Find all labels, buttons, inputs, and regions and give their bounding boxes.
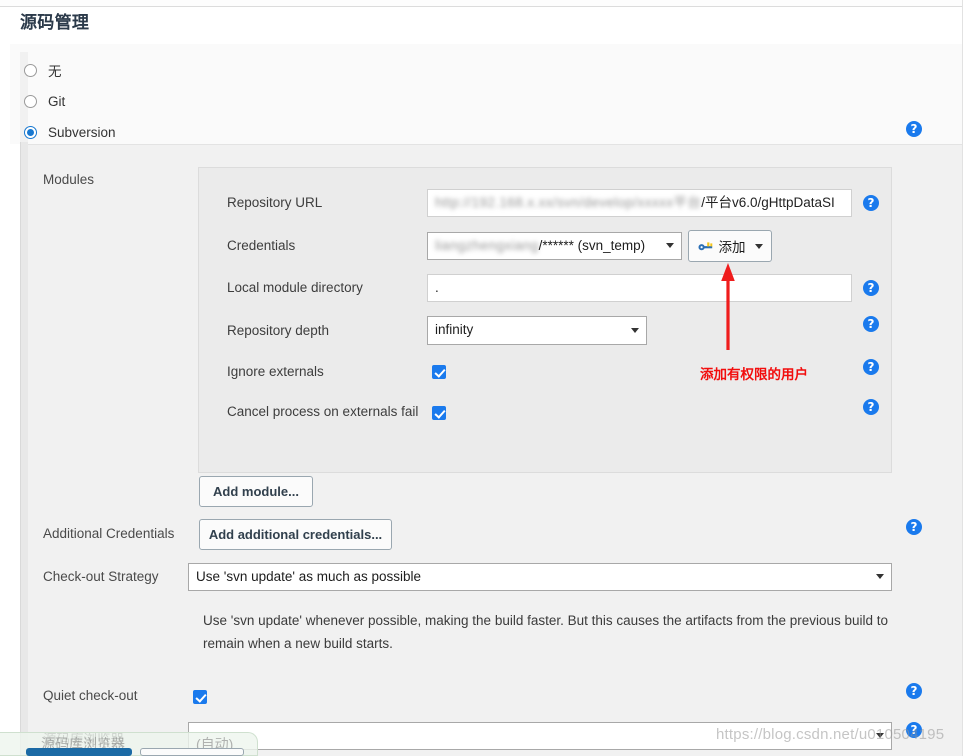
scm-radio-subversion-label: Subversion xyxy=(48,124,116,140)
add-module-button-label: Add module... xyxy=(213,484,299,499)
local-module-directory-input[interactable]: . xyxy=(427,274,852,302)
help-icon-ignore-externals[interactable]: ? xyxy=(863,359,879,375)
ignore-externals-checkbox[interactable] xyxy=(432,365,446,379)
scm-radio-none-label: 无 xyxy=(48,64,62,79)
checkout-strategy-label: Check-out Strategy xyxy=(43,569,159,584)
help-icon-repository-url[interactable]: ? xyxy=(863,195,879,211)
scm-selector-block xyxy=(10,44,962,144)
checkout-strategy-value: Use 'svn update' as much as possible xyxy=(196,569,422,584)
help-icon-quiet-checkout[interactable]: ? xyxy=(906,683,922,699)
local-module-directory-value: . xyxy=(435,280,439,295)
add-module-button[interactable]: Add module... xyxy=(199,476,313,507)
section-indicator-bar xyxy=(20,52,28,756)
add-credentials-button-label: 添加 xyxy=(718,240,746,255)
credentials-label: Credentials xyxy=(227,238,296,253)
help-icon-local-module-directory[interactable]: ? xyxy=(863,280,879,296)
footer-save-button[interactable] xyxy=(26,748,132,756)
scm-radio-none[interactable]: 无 xyxy=(24,60,62,80)
repository-url-label: Repository URL xyxy=(227,195,323,210)
annotation-arrow-up-icon xyxy=(721,263,735,350)
credentials-select[interactable]: liangzhengxiang/****** (svn_temp) xyxy=(427,232,682,260)
repository-url-visible-value: /平台v6.0/gHttpDataSI xyxy=(701,195,835,210)
watermark: https://blog.csdn.net/u010504195 xyxy=(716,726,945,743)
modules-label: Modules xyxy=(43,172,95,187)
help-icon-additional-credentials[interactable]: ? xyxy=(906,519,922,535)
radio-git-icon[interactable] xyxy=(24,94,37,108)
chevron-down-icon xyxy=(666,243,674,249)
add-credentials-button[interactable]: 添加 xyxy=(688,230,772,262)
repository-depth-value: infinity xyxy=(435,322,474,337)
chevron-down-icon xyxy=(754,243,763,249)
help-icon-scm[interactable]: ? xyxy=(906,121,922,137)
repository-depth-select[interactable]: infinity xyxy=(427,316,647,345)
add-additional-credentials-button-label: Add additional credentials... xyxy=(208,527,383,542)
credentials-blurred-value: liangzhengxiang xyxy=(435,238,539,253)
repository-url-blurred-value: http://192.168.x.xx/svn/develop/xxxxx平台 xyxy=(435,195,702,210)
chevron-down-icon xyxy=(876,574,884,580)
cancel-on-externals-fail-checkbox[interactable] xyxy=(432,406,446,420)
scm-radio-git-label: Git xyxy=(48,93,66,109)
scm-radio-git[interactable]: Git xyxy=(24,91,65,111)
checkout-strategy-select[interactable]: Use 'svn update' as much as possible xyxy=(188,563,892,591)
radio-none-icon[interactable] xyxy=(24,63,37,77)
help-icon-repository-depth[interactable]: ? xyxy=(863,316,879,332)
checkout-strategy-description: Use 'svn update' whenever possible, maki… xyxy=(203,613,889,651)
repository-url-input[interactable]: http://192.168.x.xx/svn/develop/xxxxx平台/… xyxy=(427,189,852,217)
local-module-directory-label: Local module directory xyxy=(227,280,363,295)
scm-radio-subversion[interactable]: Subversion xyxy=(24,122,116,142)
top-strip xyxy=(0,0,972,7)
key-icon xyxy=(698,242,712,251)
add-additional-credentials-button[interactable]: Add additional credentials... xyxy=(199,519,392,550)
cancel-on-externals-fail-label: Cancel process on externals fail xyxy=(227,404,419,419)
quiet-checkout-checkbox[interactable] xyxy=(193,690,207,704)
ignore-externals-label: Ignore externals xyxy=(227,364,324,379)
help-icon-cancel-on-externals-fail[interactable]: ? xyxy=(863,399,879,415)
additional-credentials-label: Additional Credentials xyxy=(43,526,175,541)
right-rail xyxy=(962,0,972,756)
annotation-add-privileged-user: 添加有权限的用户 xyxy=(700,367,808,382)
chevron-down-icon xyxy=(631,327,639,334)
radio-subversion-icon[interactable] xyxy=(24,125,37,139)
page-title: 源码管理 xyxy=(20,13,90,32)
credentials-visible-value: /****** (svn_temp) xyxy=(538,238,646,253)
quiet-checkout-label: Quiet check-out xyxy=(43,688,138,703)
source-code-management-page: 源码管理 无 Git Subversion ? svn仓库 Modules Re… xyxy=(0,0,972,756)
repository-depth-label: Repository depth xyxy=(227,323,330,338)
footer-apply-button[interactable] xyxy=(140,748,244,756)
